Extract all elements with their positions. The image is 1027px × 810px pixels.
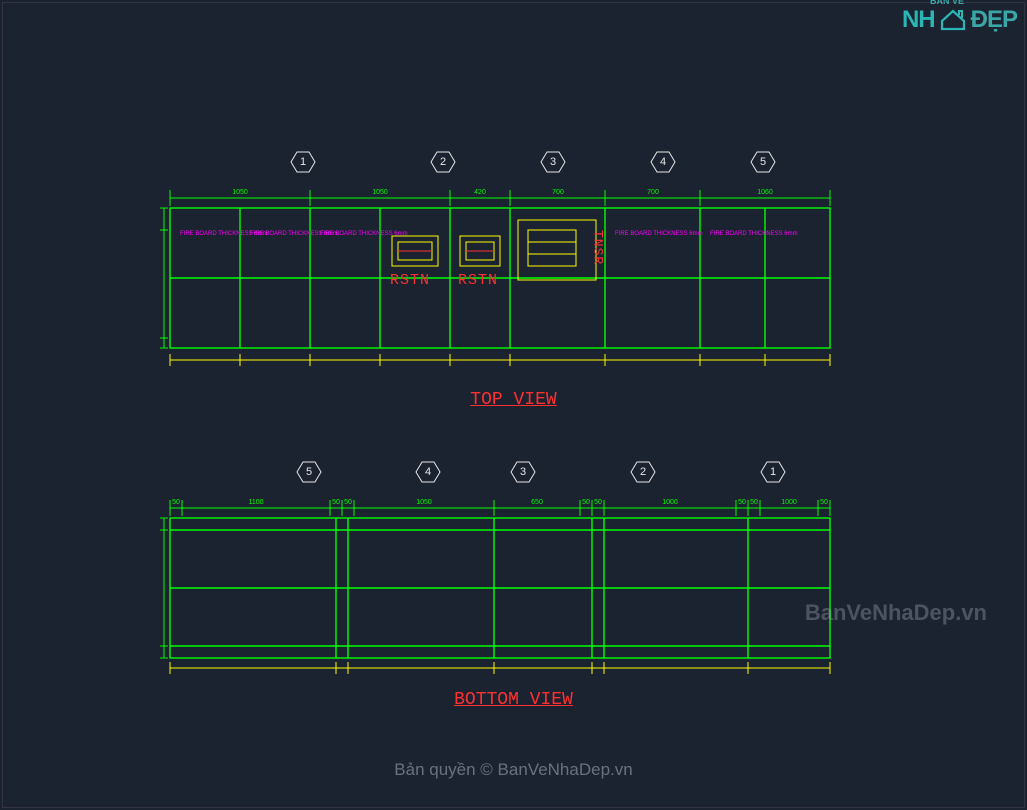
svg-text:1050: 1050	[372, 189, 388, 196]
svg-text:1000: 1000	[781, 499, 797, 506]
svg-text:50: 50	[820, 499, 828, 506]
svg-text:FIRE BOARD THICKNESS 6mm: FIRE BOARD THICKNESS 6mm	[615, 231, 703, 237]
logo-right-text: ĐẸP	[971, 6, 1017, 34]
watermark-bottom: Bản quyền © BanVeNhaDep.vn	[394, 760, 632, 780]
svg-text:420: 420	[474, 189, 486, 196]
svg-text:FIRE BOARD THICKNESS 6mm: FIRE BOARD THICKNESS 6mm	[710, 231, 798, 237]
svg-text:RSTN: RSTN	[390, 272, 430, 289]
grid-bubble: 4	[415, 460, 441, 484]
svg-text:700: 700	[552, 189, 564, 196]
svg-text:TNSR: TNSR	[591, 230, 606, 265]
house-icon	[940, 9, 966, 31]
top-view-drawing: 1050 1050 420 700 700 1060 56 900 50 FIR…	[160, 180, 840, 380]
watermark-side: BanVeNhaDep.vn	[805, 600, 987, 626]
grid-bubble: 2	[630, 460, 656, 484]
logo-top-text: BẢN VẼ	[930, 0, 964, 6]
grid-bubble: 4	[650, 150, 676, 174]
grid-bubble: 1	[290, 150, 316, 174]
svg-text:650: 650	[531, 499, 543, 506]
top-view-label: TOP VIEW	[470, 390, 556, 410]
site-logo: BẢN VẼ NH ĐẸP	[902, 6, 1017, 34]
svg-text:50: 50	[594, 499, 602, 506]
svg-text:RSTN: RSTN	[458, 272, 498, 289]
logo-left-text: NH	[902, 6, 935, 34]
grid-bubble: 5	[750, 150, 776, 174]
bottom-view-drawing: 50 1100 50 50 1050 650 50 50 1000 50 50 …	[160, 490, 840, 680]
svg-text:50: 50	[750, 499, 758, 506]
grid-bubble: 1	[760, 460, 786, 484]
grid-bubble: 5	[296, 460, 322, 484]
bottom-view-label: BOTTOM VIEW	[454, 690, 573, 710]
svg-text:1050: 1050	[416, 499, 432, 506]
svg-text:50: 50	[738, 499, 746, 506]
svg-text:50: 50	[344, 499, 352, 506]
svg-text:50: 50	[332, 499, 340, 506]
svg-text:50: 50	[582, 499, 590, 506]
grid-bubble: 3	[510, 460, 536, 484]
svg-text:1100: 1100	[248, 499, 263, 506]
svg-text:700: 700	[647, 189, 659, 196]
svg-text:1000: 1000	[662, 499, 678, 506]
svg-text:50: 50	[172, 499, 180, 506]
grid-bubble: 2	[430, 150, 456, 174]
grid-bubble: 3	[540, 150, 566, 174]
svg-text:1050: 1050	[232, 189, 248, 196]
svg-text:1060: 1060	[757, 189, 773, 196]
